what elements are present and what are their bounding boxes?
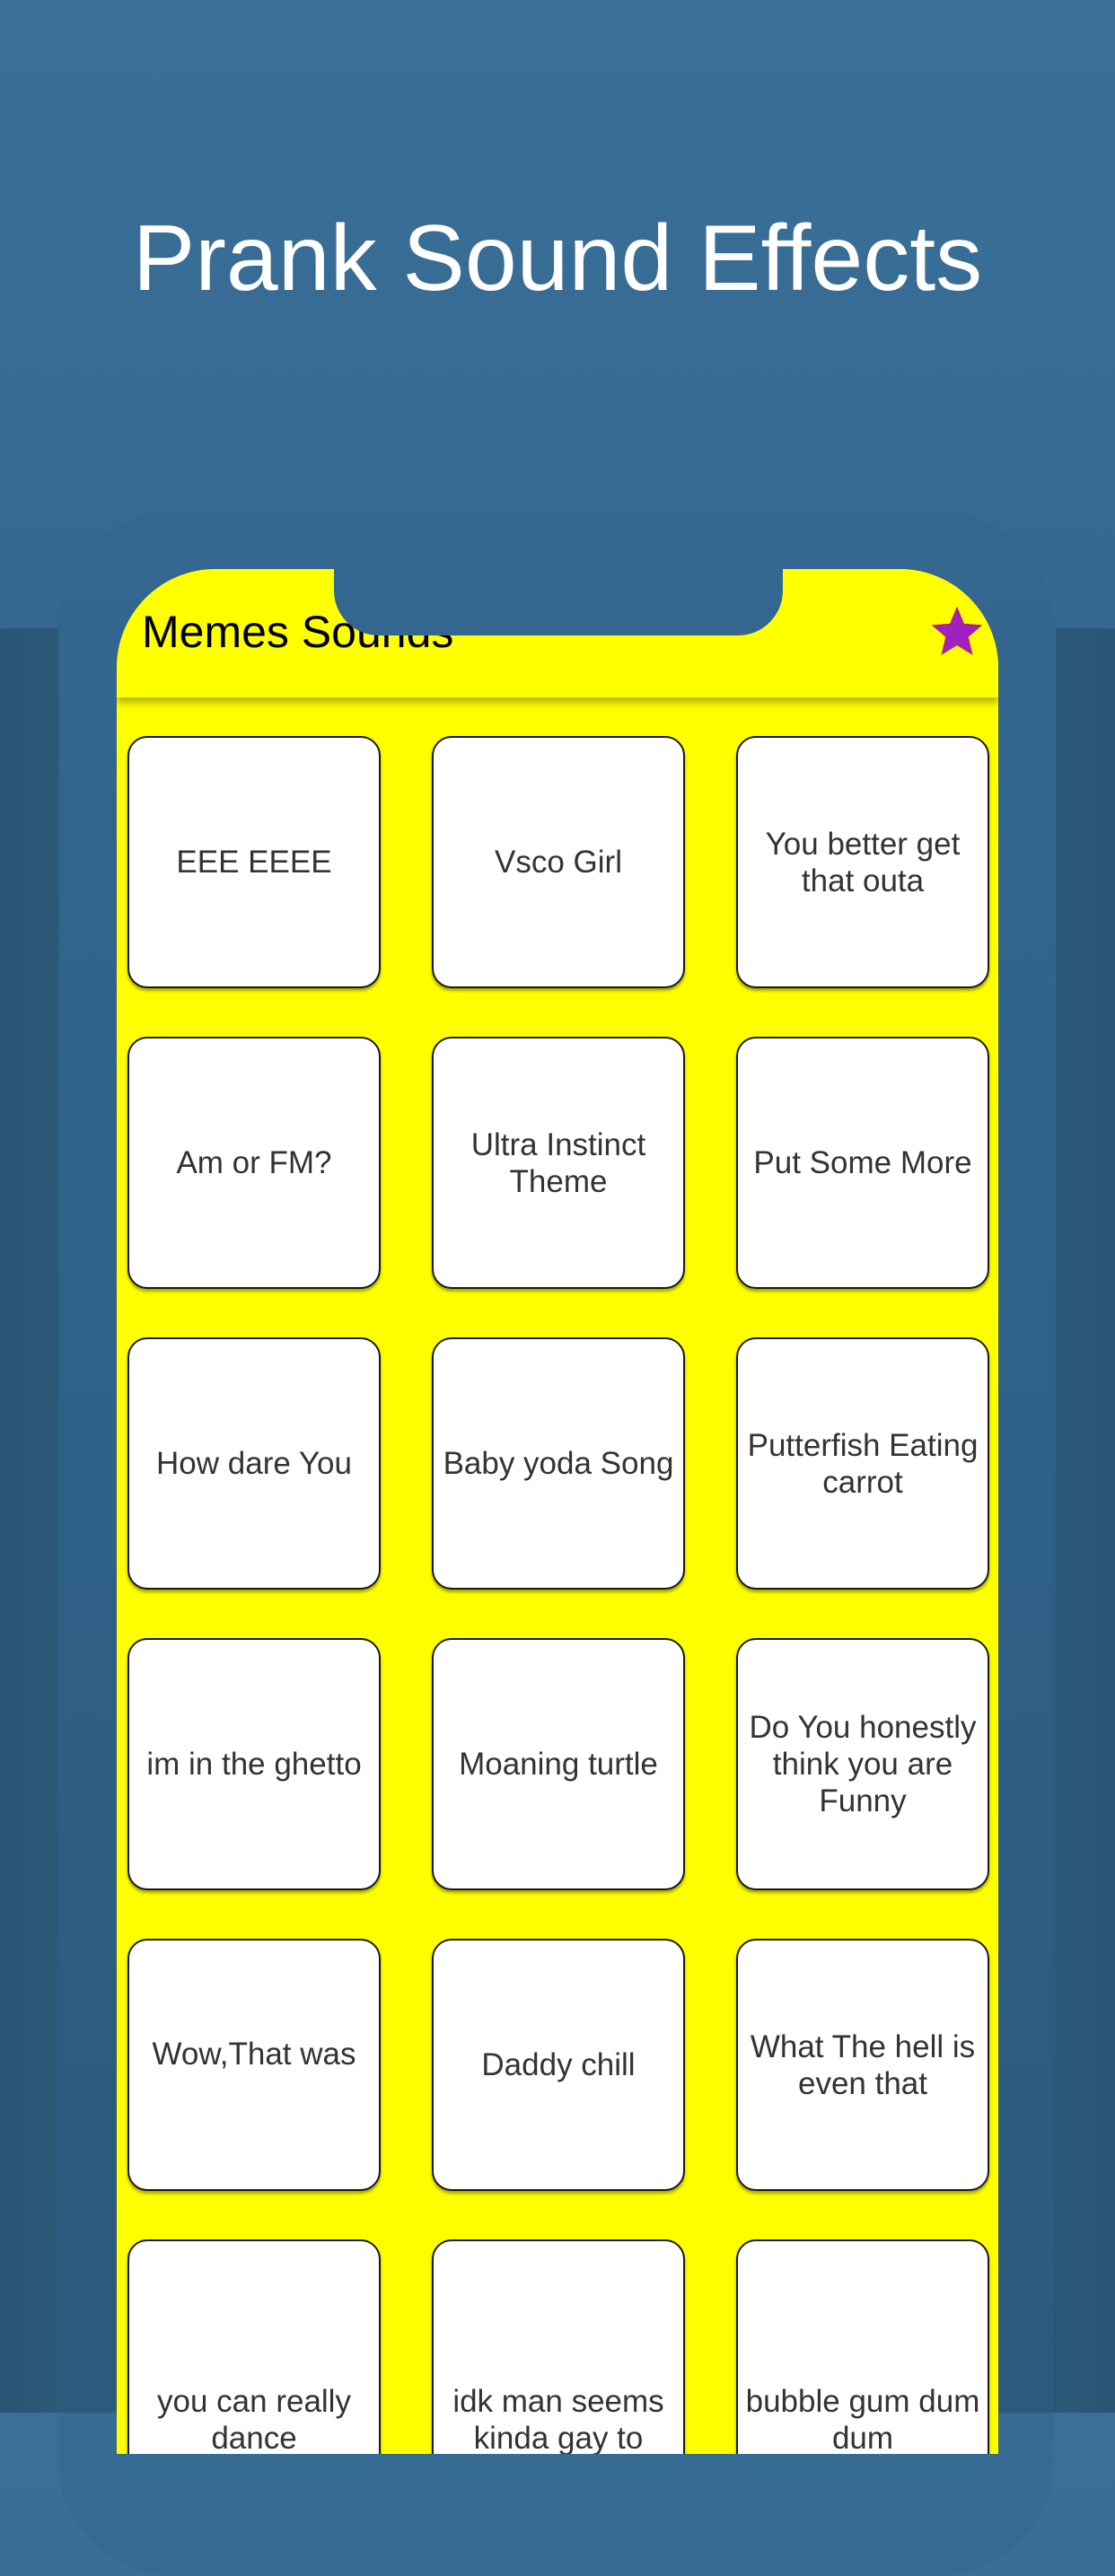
sound-label: Wow,That was xyxy=(152,2037,356,2072)
sound-button[interactable]: idk man seems kinda gay to xyxy=(432,2239,685,2454)
device-notch-area xyxy=(117,569,998,641)
sound-label: Vsco Girl xyxy=(495,845,622,880)
sound-label: EEE EEEE xyxy=(176,845,332,880)
sound-button[interactable]: Daddy chill xyxy=(432,1939,685,2191)
sound-button[interactable]: You better get that outa xyxy=(736,736,989,988)
sound-button[interactable]: Vsco Girl xyxy=(432,736,685,988)
sound-button[interactable]: Am or FM? xyxy=(127,1037,381,1289)
sound-button[interactable]: Putterfish Eating carrot xyxy=(736,1337,989,1590)
sound-label: idk man seems kinda gay to xyxy=(452,2383,664,2455)
sound-label: Putterfish Eating carrot xyxy=(747,1427,979,1500)
sound-label: Do You honestly think you are Funny xyxy=(749,1710,977,1818)
sound-button[interactable]: Wow,That was xyxy=(127,1939,381,2191)
sound-label: Baby yoda Song xyxy=(443,1446,674,1481)
sound-button[interactable]: Put Some More xyxy=(736,1037,989,1289)
sound-button[interactable]: EEE EEEE xyxy=(127,736,381,988)
sound-button[interactable]: im in the ghetto xyxy=(127,1638,381,1890)
sound-label: im in the ghetto xyxy=(146,1747,362,1782)
sound-button[interactable]: Baby yoda Song xyxy=(432,1337,685,1590)
sound-label: Daddy chill xyxy=(481,2047,636,2082)
phone-frame-left xyxy=(0,628,59,2413)
sound-label: you can really dance xyxy=(157,2383,351,2455)
sound-button[interactable]: Do You honestly think you are Funny xyxy=(736,1638,989,1890)
sound-label: You better get that outa xyxy=(765,826,961,898)
sound-label: Moaning turtle xyxy=(459,1747,658,1782)
sound-label: What The hell is even that xyxy=(750,2028,976,2101)
sound-label: bubble gum dum dum xyxy=(745,2383,980,2455)
sound-button[interactable]: Ultra Instinct Theme xyxy=(432,1037,685,1289)
phone-screen: Memes Sounds EEE EEEE Vsco Girl You bett… xyxy=(117,569,998,2454)
sound-label: How dare You xyxy=(156,1446,352,1481)
sound-label: Am or FM? xyxy=(176,1145,332,1180)
sound-button[interactable]: you can really dance xyxy=(127,2239,381,2454)
phone-frame-right xyxy=(1056,628,1115,2413)
sound-label: Put Some More xyxy=(753,1145,972,1180)
sound-button[interactable]: What The hell is even that xyxy=(736,1939,989,2191)
sound-grid: EEE EEEE Vsco Girl You better get that o… xyxy=(127,736,989,2454)
sound-button[interactable]: How dare You xyxy=(127,1337,381,1590)
device-notch xyxy=(334,569,783,635)
promo-headline: Prank Sound Effects xyxy=(132,206,983,311)
sound-button[interactable]: bubble gum dum dum xyxy=(736,2239,989,2454)
sound-label: Ultra Instinct Theme xyxy=(470,1126,646,1199)
sound-button[interactable]: Moaning turtle xyxy=(432,1638,685,1890)
